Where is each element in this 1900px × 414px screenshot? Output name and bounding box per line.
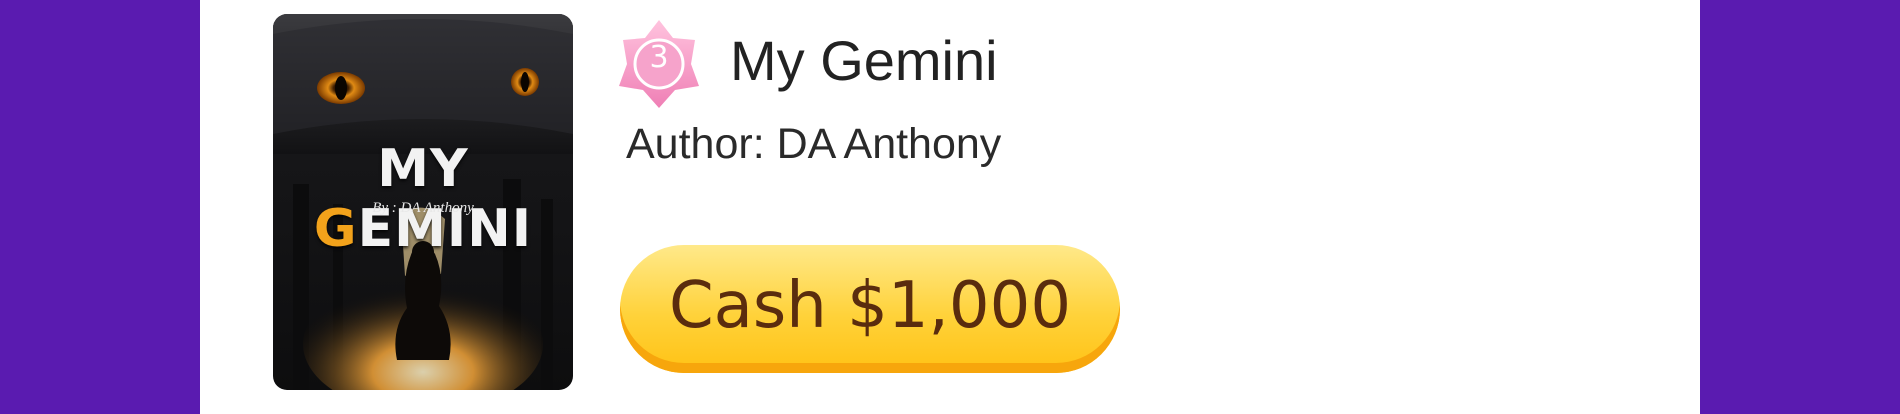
cash-button-label: Cash $1,000 — [668, 269, 1072, 343]
cover-title: MY GEMINI — [313, 139, 533, 259]
book-cover[interactable]: MY GEMINI By : DA Anthony — [273, 14, 573, 390]
book-author: Author: DA Anthony — [626, 120, 1002, 168]
cash-button[interactable]: Cash $1,000 — [620, 245, 1120, 373]
rank-number: 3 — [649, 40, 669, 75]
rank-badge: 3 — [617, 18, 701, 110]
book-card: MY GEMINI By : DA Anthony 3 My Gemini Au… — [200, 0, 1700, 414]
cover-byline: By : DA Anthony — [372, 200, 474, 216]
book-title: My Gemini — [730, 29, 998, 92]
